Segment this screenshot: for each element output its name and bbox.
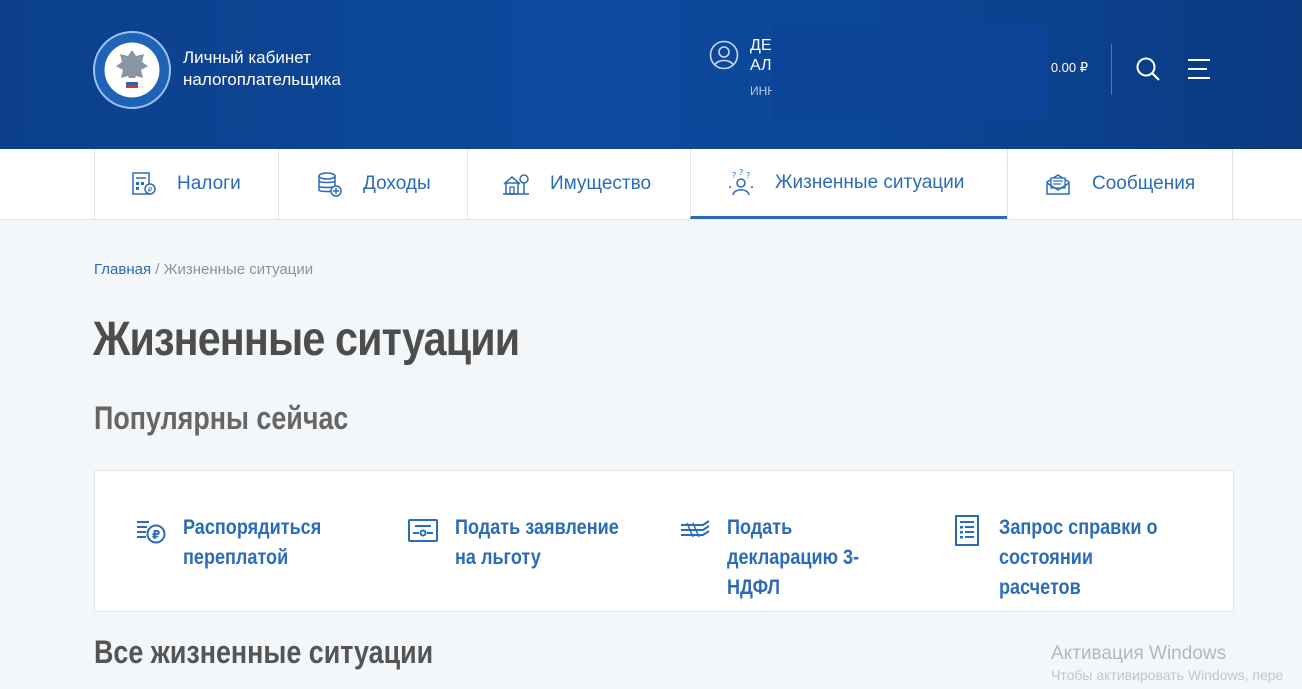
windows-activation-text: Чтобы активировать Windows, пере bbox=[1051, 667, 1284, 683]
menu-icon[interactable] bbox=[1187, 58, 1211, 80]
nav-item-life-situations[interactable]: ? ? ? Жизненные ситуации bbox=[690, 149, 1008, 219]
breadcrumb-separator: / bbox=[151, 261, 164, 278]
popular-item-label: Подать декларацию 3-НДФЛ bbox=[727, 516, 860, 599]
svg-text:?: ? bbox=[739, 169, 743, 177]
messages-icon bbox=[1046, 174, 1070, 195]
popular-item-overpayment[interactable]: ₽ Распорядиться переплатой bbox=[135, 513, 393, 573]
page-title: Жизненные ситуации bbox=[93, 313, 520, 366]
benefit-application-icon bbox=[408, 519, 438, 542]
redacted-area bbox=[772, 23, 1048, 120]
nav-label: Налоги bbox=[177, 173, 241, 194]
income-icon bbox=[318, 172, 342, 197]
popular-item-label: Подать заявление на льготу bbox=[455, 516, 619, 569]
balance[interactable]: 0.00 ₽ bbox=[1040, 60, 1088, 76]
taxes-icon: ₽ bbox=[132, 172, 156, 195]
nav-label: Жизненные ситуации bbox=[775, 171, 965, 193]
declaration-icon bbox=[681, 520, 710, 538]
svg-text:?: ? bbox=[732, 171, 736, 180]
user-inn: ИНН bbox=[750, 84, 774, 98]
all-situations-title: Все жизненные ситуации bbox=[94, 634, 434, 670]
svg-text:₽: ₽ bbox=[152, 528, 160, 542]
breadcrumb-home[interactable]: Главная bbox=[94, 261, 151, 278]
search-icon[interactable] bbox=[1135, 56, 1161, 82]
nav-item-messages[interactable]: Сообщения bbox=[1007, 149, 1233, 219]
overpayment-icon: ₽ bbox=[137, 521, 166, 544]
brand-line-1: Личный кабинет bbox=[183, 48, 311, 67]
emblem-icon bbox=[116, 50, 148, 88]
brand-line-2: налогоплательщика bbox=[183, 70, 341, 89]
nav-label: Доходы bbox=[363, 173, 431, 194]
nav-item-income[interactable]: Доходы bbox=[278, 149, 468, 219]
divider bbox=[1111, 44, 1112, 95]
nav-item-taxes[interactable]: ₽ Налоги bbox=[94, 149, 279, 219]
user-icon[interactable] bbox=[709, 40, 739, 70]
popular-item-label: Запрос справки о состоянии расчетов bbox=[999, 516, 1158, 599]
popular-item-declaration[interactable]: Подать декларацию 3-НДФЛ bbox=[679, 513, 937, 603]
fns-logo[interactable] bbox=[93, 31, 171, 109]
nav-label: Сообщения bbox=[1092, 173, 1196, 194]
nav-divider bbox=[1232, 149, 1233, 219]
breadcrumb-current: Жизненные ситуации bbox=[163, 261, 314, 278]
popular-item-label: Распорядиться переплатой bbox=[183, 516, 322, 569]
nav-item-property[interactable]: Имущество bbox=[467, 149, 691, 219]
certificate-request-icon bbox=[955, 515, 979, 546]
popular-card: ₽ Распорядиться переплатой Подать заявле… bbox=[94, 470, 1234, 612]
breadcrumb: Главная / Жизненные ситуации bbox=[94, 261, 313, 278]
svg-text:?: ? bbox=[746, 171, 750, 180]
windows-activation-title: Активация Windows bbox=[1051, 643, 1227, 664]
nav-label: Имущество bbox=[550, 173, 652, 194]
brand-title: Личный кабинет налогоплательщика bbox=[183, 47, 341, 91]
header: Личный кабинет налогоплательщика ДЕ АЛ И… bbox=[0, 0, 1302, 149]
svg-text:₽: ₽ bbox=[148, 186, 153, 194]
popular-item-certificate[interactable]: Запрос справки о состоянии расчетов bbox=[951, 513, 1209, 603]
life-situations-icon: ? ? ? bbox=[729, 169, 753, 195]
popular-item-benefit[interactable]: Подать заявление на льготу bbox=[407, 513, 665, 573]
main-nav: ₽ Налоги Доходы Имущество ? ? ? Жизненны… bbox=[0, 149, 1302, 220]
popular-title: Популярны сейчас bbox=[94, 400, 349, 436]
property-icon bbox=[503, 174, 529, 195]
